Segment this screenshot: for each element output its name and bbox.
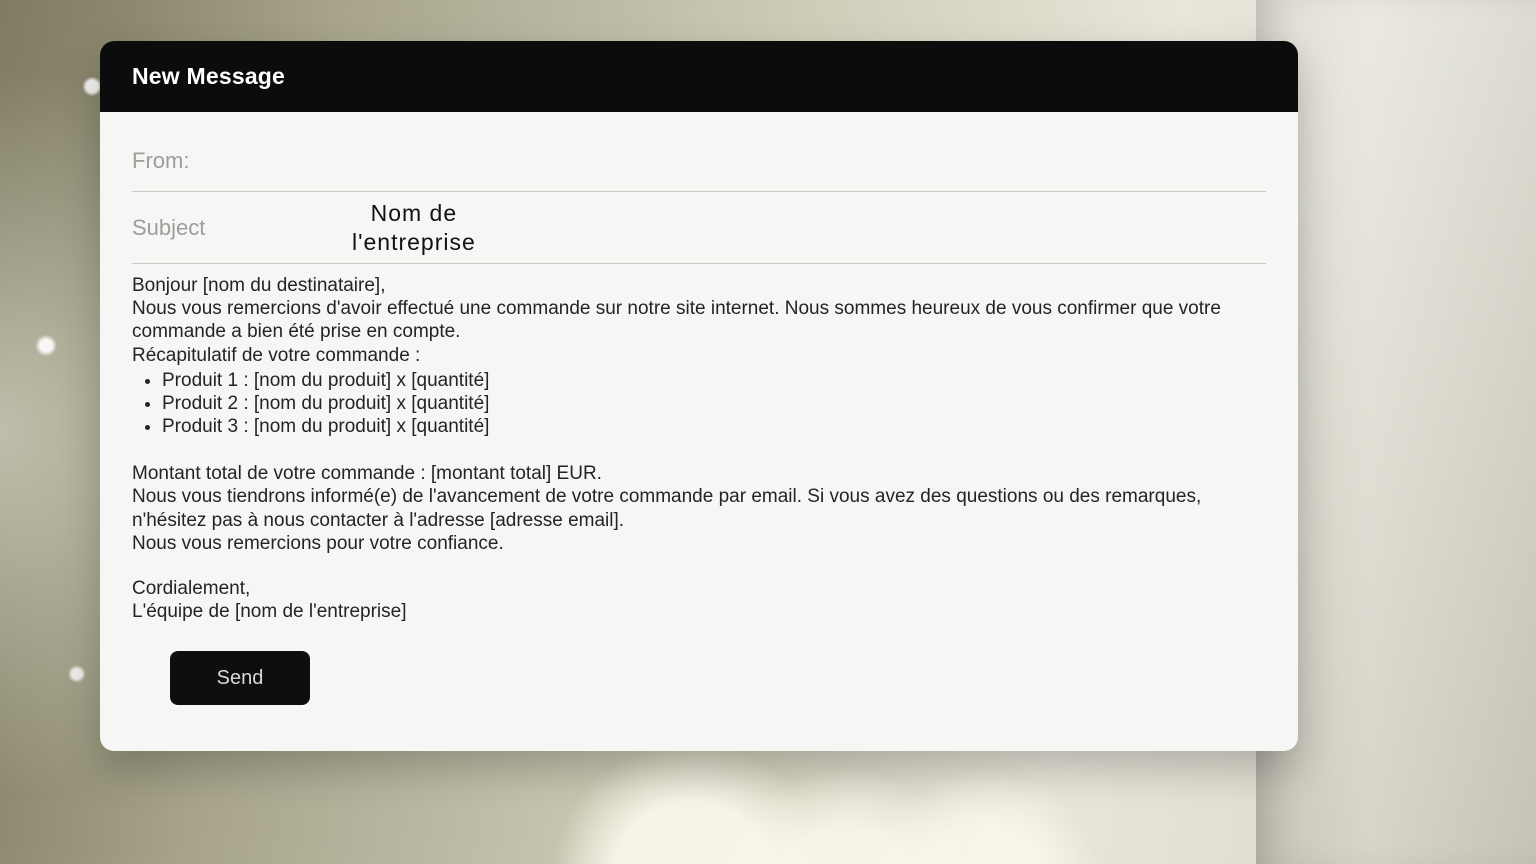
compose-header: New Message — [100, 41, 1298, 112]
subject-row[interactable]: Subject Nom de l'entreprise — [132, 192, 1266, 264]
body-total: Montant total de votre commande : [monta… — [132, 462, 1266, 485]
body-thanks: Nous vous remercions pour votre confianc… — [132, 532, 1266, 555]
header-fields: From: Subject Nom de l'entreprise — [100, 112, 1298, 264]
body-signoff: Cordialement, — [132, 577, 1266, 600]
body-intro: Nous vous remercions d'avoir effectué un… — [132, 297, 1266, 343]
from-row[interactable]: From: — [132, 130, 1266, 192]
body-recap-title: Récapitulatif de votre commande : — [132, 344, 1266, 367]
message-body[interactable]: Bonjour [nom du destinataire], Nous vous… — [100, 264, 1298, 705]
list-item: Produit 2 : [nom du produit] x [quantité… — [162, 392, 1266, 415]
subject-value[interactable]: Nom de l'entreprise — [352, 199, 476, 257]
send-button[interactable]: Send — [170, 651, 310, 705]
subject-label: Subject — [132, 215, 212, 241]
compose-window: New Message From: Subject Nom de l'entre… — [100, 41, 1298, 751]
subject-value-wrap: Nom de l'entreprise — [352, 199, 476, 257]
body-followup: Nous vous tiendrons informé(e) de l'avan… — [132, 485, 1266, 531]
actions-bar: Send — [132, 623, 1266, 705]
window-title: New Message — [132, 63, 1266, 90]
from-label: From: — [132, 148, 212, 174]
list-item: Produit 3 : [nom du produit] x [quantité… — [162, 415, 1266, 438]
body-greeting: Bonjour [nom du destinataire], — [132, 274, 1266, 297]
body-item-list: Produit 1 : [nom du produit] x [quantité… — [162, 369, 1266, 439]
list-item: Produit 1 : [nom du produit] x [quantité… — [162, 369, 1266, 392]
body-signature: L'équipe de [nom de l'entreprise] — [132, 600, 1266, 623]
